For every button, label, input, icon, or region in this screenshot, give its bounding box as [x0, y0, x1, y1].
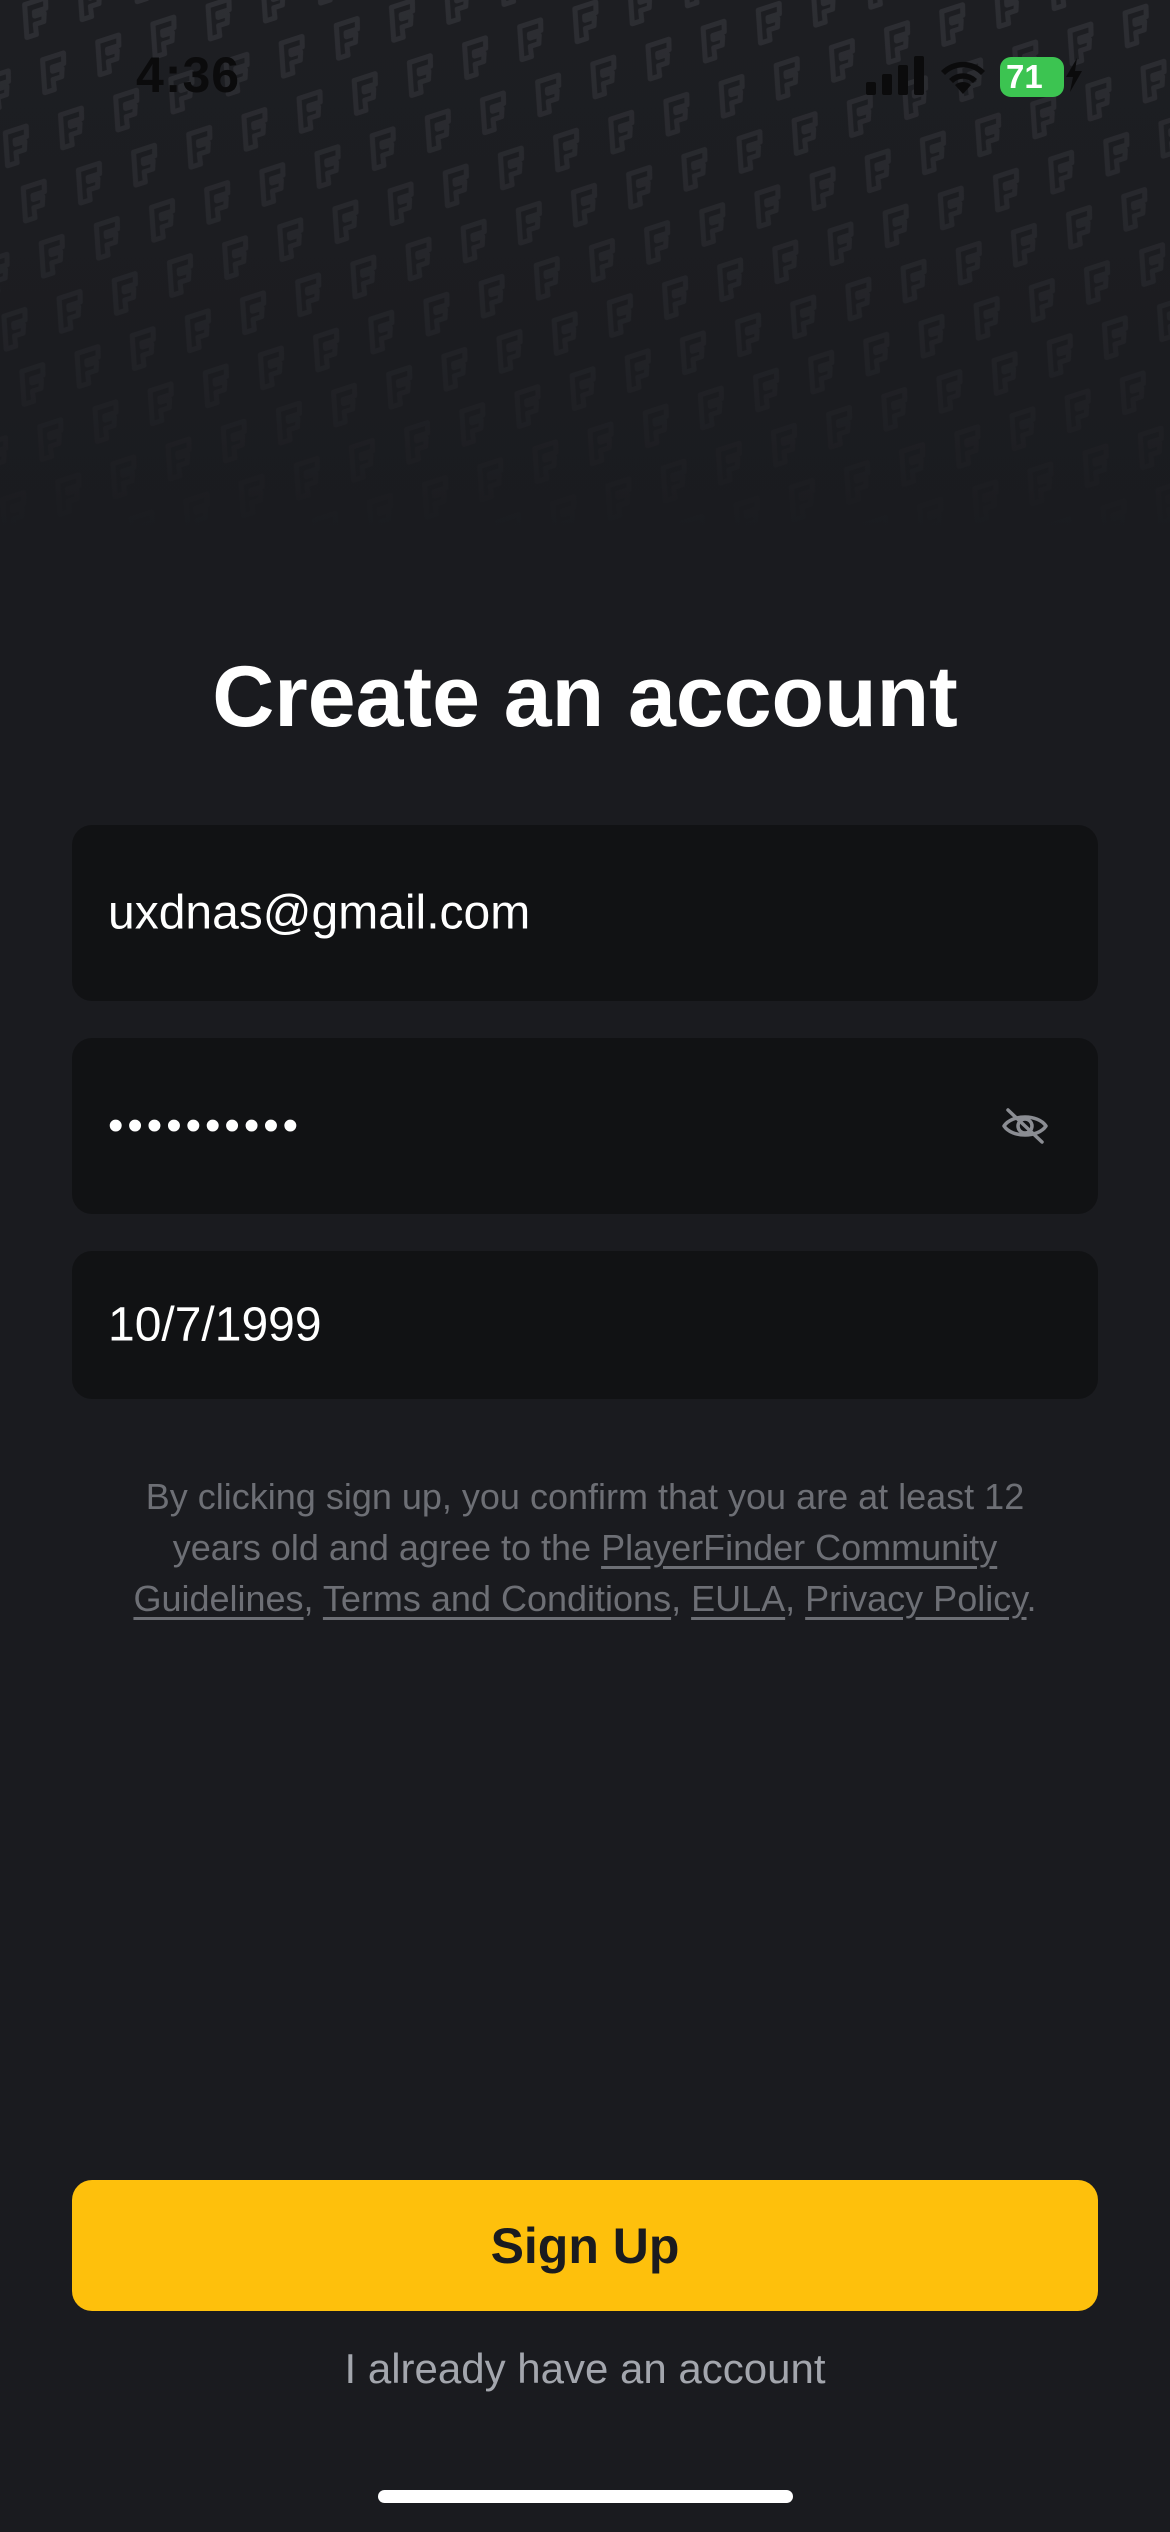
charging-bolt-icon: [1064, 58, 1084, 97]
already-have-account-link[interactable]: I already have an account: [0, 2345, 1170, 2393]
battery-indicator: 71: [1000, 57, 1064, 97]
dob-value: 10/7/1999: [108, 1298, 322, 1352]
sign-up-button[interactable]: Sign Up: [72, 2180, 1098, 2311]
eye-slash-icon[interactable]: [1000, 1101, 1050, 1151]
page-title: Create an account: [212, 648, 958, 745]
legal-separator: ,: [303, 1578, 323, 1619]
password-field[interactable]: ••••••••••: [72, 1038, 1098, 1214]
email-value: uxdnas@gmail.com: [108, 886, 531, 940]
cellular-signal-icon: [866, 54, 926, 101]
legal-notice: By clicking sign up, you confirm that yo…: [100, 1471, 1070, 1624]
sign-up-label: Sign Up: [490, 2217, 680, 2274]
status-time: 4:36: [136, 47, 241, 103]
date-of-birth-field[interactable]: 10/7/1999: [72, 1251, 1098, 1399]
terms-link[interactable]: Terms and Conditions: [323, 1578, 671, 1619]
legal-end: .: [1026, 1578, 1037, 1619]
wifi-icon: [936, 54, 990, 101]
battery-level: 71: [1006, 58, 1043, 95]
privacy-policy-link[interactable]: Privacy Policy: [805, 1578, 1026, 1619]
home-indicator[interactable]: [378, 2490, 793, 2503]
legal-separator: ,: [671, 1578, 692, 1619]
password-value: ••••••••••: [108, 1101, 303, 1150]
email-field[interactable]: uxdnas@gmail.com: [72, 825, 1098, 1001]
signup-screen: 4:36 71 Create an account uxdnas@gmail.c…: [0, 0, 1170, 2532]
eula-link[interactable]: EULA: [691, 1578, 785, 1619]
legal-separator: ,: [785, 1578, 806, 1619]
status-bar: 4:36 71: [0, 0, 1170, 150]
